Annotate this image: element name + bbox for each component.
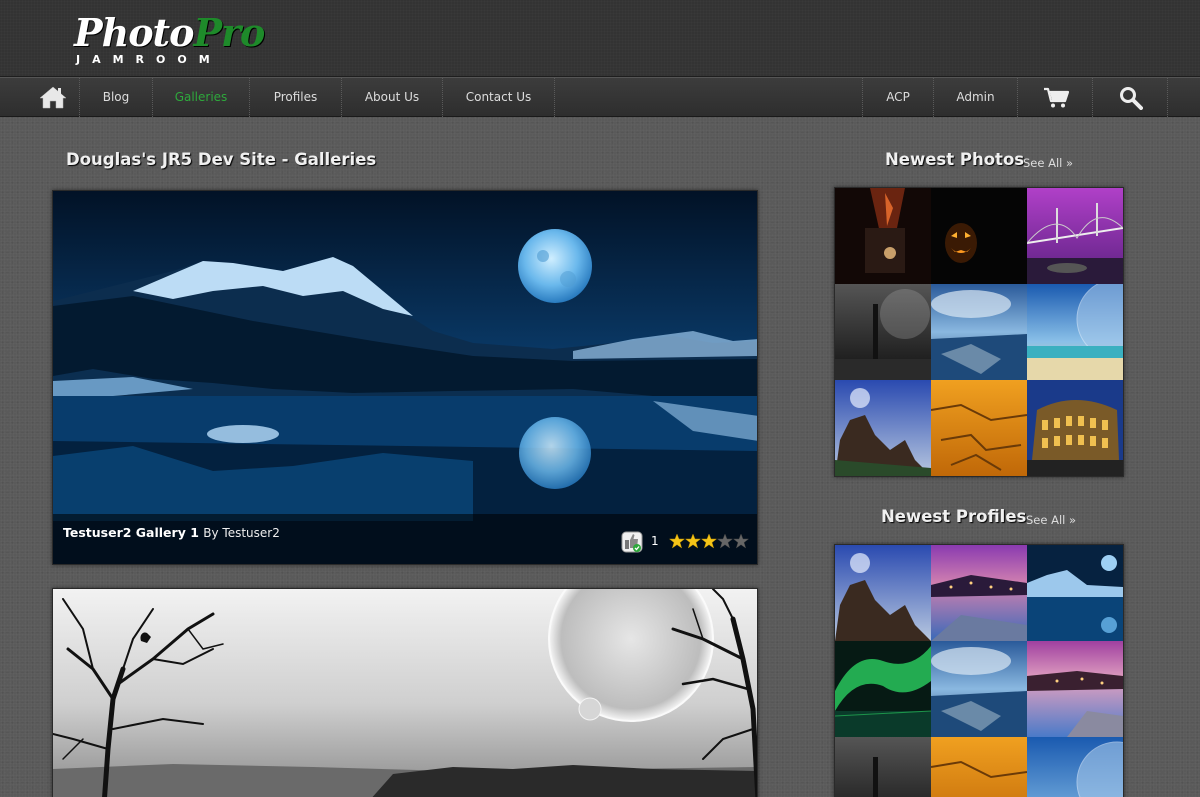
- photo-thumb[interactable]: [835, 284, 931, 380]
- nav-home[interactable]: [26, 78, 80, 117]
- star-icon: [716, 533, 734, 549]
- site-header: PhotoPro JAMROOM: [0, 0, 1200, 77]
- profile-thumb[interactable]: [1027, 545, 1123, 641]
- profile-thumb[interactable]: [931, 737, 1027, 797]
- nav-cart[interactable]: [1018, 78, 1093, 117]
- star-icon: [669, 533, 686, 549]
- profile-thumb[interactable]: [835, 545, 931, 641]
- nav-admin[interactable]: Admin: [934, 78, 1018, 117]
- nav-profiles[interactable]: Profiles: [250, 78, 342, 117]
- nav-search[interactable]: [1093, 78, 1168, 117]
- photo-thumb[interactable]: [931, 380, 1027, 476]
- photo-thumb[interactable]: [835, 380, 931, 476]
- site-logo[interactable]: PhotoPro JAMROOM: [74, 10, 265, 70]
- profile-thumb[interactable]: [1027, 641, 1123, 737]
- newest-photos-grid: [834, 187, 1124, 477]
- like-count: 1: [651, 534, 659, 548]
- profile-thumb[interactable]: [835, 737, 931, 797]
- logo-wordmark: PhotoPro: [74, 10, 265, 56]
- nav-contact-us[interactable]: Contact Us: [443, 78, 555, 117]
- profile-thumb[interactable]: [931, 545, 1027, 641]
- gallery-card[interactable]: Testuser2 Gallery 1 By Testuser2 1: [52, 190, 758, 565]
- page-title: Douglas's JR5 Dev Site - Galleries: [66, 150, 377, 169]
- logo-word-pro: Pro: [193, 10, 265, 55]
- gallery-title-text[interactable]: Testuser2 Gallery 1: [63, 525, 199, 540]
- photo-thumb[interactable]: [1027, 188, 1123, 284]
- photo-thumb[interactable]: [1027, 380, 1123, 476]
- nav-galleries[interactable]: Galleries: [153, 78, 250, 117]
- search-icon: [1120, 87, 1143, 110]
- photo-thumb[interactable]: [931, 284, 1027, 380]
- photo-thumb[interactable]: [931, 188, 1027, 284]
- star-icon: [732, 533, 749, 549]
- cart-icon: [1044, 87, 1069, 108]
- rating-stars[interactable]: [669, 533, 749, 549]
- newest-photos-title: Newest Photos: [885, 150, 1025, 169]
- gallery-caption: Testuser2 Gallery 1 By Testuser2 1: [53, 514, 757, 564]
- nav-acp[interactable]: ACP: [862, 78, 934, 117]
- star-icon: [700, 533, 718, 549]
- newest-profiles-see-all[interactable]: See All »: [1026, 513, 1076, 527]
- profile-thumb[interactable]: [835, 641, 931, 737]
- newest-profiles-title: Newest Profiles: [881, 507, 1027, 526]
- profile-thumb[interactable]: [931, 641, 1027, 737]
- like-icon[interactable]: [621, 531, 643, 553]
- newest-profiles-grid: [834, 544, 1124, 797]
- photo-thumb[interactable]: [1027, 284, 1123, 380]
- logo-word-photo: Photo: [74, 10, 194, 55]
- home-icon: [39, 86, 67, 109]
- nav-blog[interactable]: Blog: [80, 78, 153, 117]
- newest-photos-see-all[interactable]: See All »: [1023, 156, 1073, 170]
- gallery-author[interactable]: By Testuser2: [203, 526, 280, 540]
- logo-subtitle: JAMROOM: [76, 53, 222, 66]
- gallery-card[interactable]: [52, 588, 758, 797]
- gallery-title[interactable]: Testuser2 Gallery 1 By Testuser2: [63, 525, 280, 540]
- gallery-image[interactable]: [53, 589, 758, 797]
- main-nav: Blog Galleries Profiles About Us Contact…: [0, 77, 1200, 117]
- profile-thumb[interactable]: [1027, 737, 1123, 797]
- gallery-image[interactable]: [53, 191, 758, 565]
- photo-thumb[interactable]: [835, 188, 931, 284]
- star-icon: [684, 533, 702, 549]
- nav-about-us[interactable]: About Us: [342, 78, 443, 117]
